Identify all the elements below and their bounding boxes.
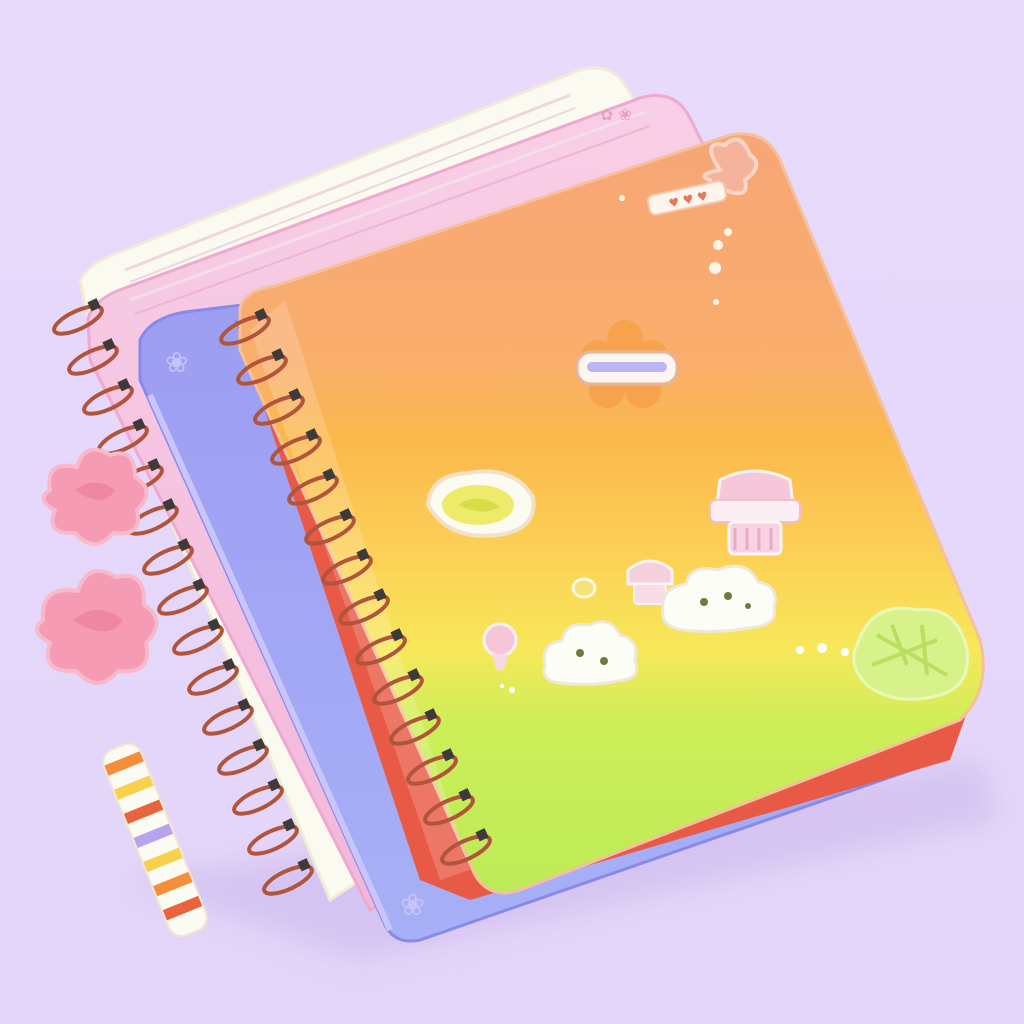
svg-text:❀: ❀ [165,346,188,379]
svg-text:✿ ❀: ✿ ❀ [600,105,632,124]
mini-lemon-sticker [571,577,597,599]
leaf-sticker [852,606,970,701]
lemon-sticker [425,469,536,538]
svg-text:❀: ❀ [400,888,425,923]
notebook-illustration: ✿ ❀ ❀ ❀ ♥ ♥ ♥ [0,0,1024,1024]
